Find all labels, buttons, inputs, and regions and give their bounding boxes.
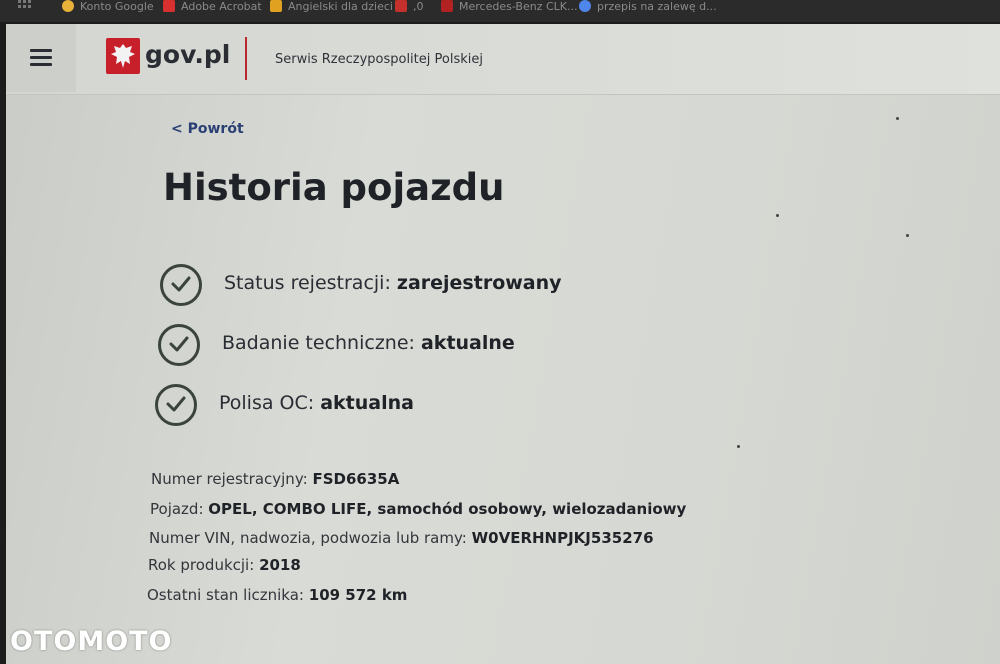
detail-label: Rok produkcji: (148, 556, 255, 574)
hamburger-icon-bar (30, 56, 52, 59)
detail-value: 2018 (259, 556, 301, 574)
detail-production-year: Rok produkcji: 2018 (148, 556, 301, 574)
detail-label: Ostatni stan licznika: (147, 586, 304, 604)
bookmark-mercedes[interactable]: Mercedes-Benz CLK... (441, 0, 577, 16)
red-bookmark-icon (395, 0, 407, 12)
hamburger-icon-bar (30, 63, 52, 66)
play-icon (270, 0, 282, 12)
status-value: zarejestrowany (396, 272, 562, 294)
detail-label: Numer VIN, nadwozia, podwozia lub ramy: (149, 529, 467, 547)
acrobat-icon (163, 0, 175, 12)
detail-value: FSD6635A (312, 470, 400, 488)
browser-viewport: gov.pl Serwis Rzeczypospolitej Polskiej … (6, 24, 1000, 664)
detail-vehicle: Pojazd: OPEL, COMBO LIFE, samochód osobo… (150, 500, 686, 518)
bookmarks-bar: Konto Google Adobe Acrobat Angielski dla… (0, 0, 1000, 22)
status-inspection-text: Badanie techniczne: aktualne (222, 332, 515, 354)
status-value: aktualne (420, 332, 515, 354)
bookmark-adobe-acrobat[interactable]: Adobe Acrobat (163, 0, 262, 16)
bookmark-konto-google[interactable]: Konto Google (62, 0, 154, 16)
bookmark-unnamed[interactable]: ,0 (395, 0, 424, 16)
red-bookmark-icon (441, 0, 453, 12)
detail-value: W0VERHNPJKJ535276 (471, 529, 654, 547)
menu-button[interactable] (6, 24, 76, 92)
status-insurance-text: Polisa OC: aktualna (219, 392, 414, 414)
apps-grid-icon[interactable] (18, 0, 32, 16)
gov-pl-logo[interactable]: gov.pl (145, 40, 230, 69)
detail-label: Pojazd: (150, 500, 204, 518)
check-circle-icon (155, 384, 197, 426)
page-title: Historia pojazdu (163, 166, 505, 209)
bookmark-przepis[interactable]: przepis na zalewę d... (579, 0, 717, 16)
header-divider (245, 37, 247, 80)
service-name: Serwis Rzeczypospolitej Polskiej (275, 52, 483, 67)
google-icon (579, 0, 591, 12)
detail-vin: Numer VIN, nadwozia, podwozia lub ramy: … (149, 529, 654, 547)
dust-speck (896, 117, 899, 120)
eagle-emblem-icon[interactable] (106, 38, 140, 74)
detail-value: 109 572 km (308, 586, 408, 604)
back-link[interactable]: < Powrót (171, 121, 244, 137)
check-circle-icon (158, 324, 200, 366)
detail-value: OPEL, COMBO LIFE, samochód osobowy, wiel… (208, 500, 687, 518)
detail-label: Numer rejestracyjny: (151, 470, 308, 488)
otomoto-watermark: OTOMOTO (10, 626, 173, 657)
detail-odometer: Ostatni stan licznika: 109 572 km (147, 586, 407, 604)
status-label: Badanie techniczne: (222, 332, 415, 354)
status-label: Polisa OC: (219, 392, 315, 414)
site-header: gov.pl Serwis Rzeczypospolitej Polskiej (6, 24, 1000, 95)
status-label: Status rejestracji: (224, 272, 391, 294)
status-registration-text: Status rejestracji: zarejestrowany (224, 272, 562, 294)
detail-registration-number: Numer rejestracyjny: FSD6635A (151, 470, 399, 488)
dust-speck (776, 214, 779, 217)
status-value: aktualna (320, 392, 414, 414)
check-circle-icon (160, 264, 202, 306)
hamburger-icon (30, 49, 52, 52)
dust-speck (737, 445, 740, 448)
bookmark-angielski[interactable]: Angielski dla dzieci (270, 0, 393, 16)
google-icon (62, 0, 74, 12)
dust-speck (906, 234, 909, 237)
